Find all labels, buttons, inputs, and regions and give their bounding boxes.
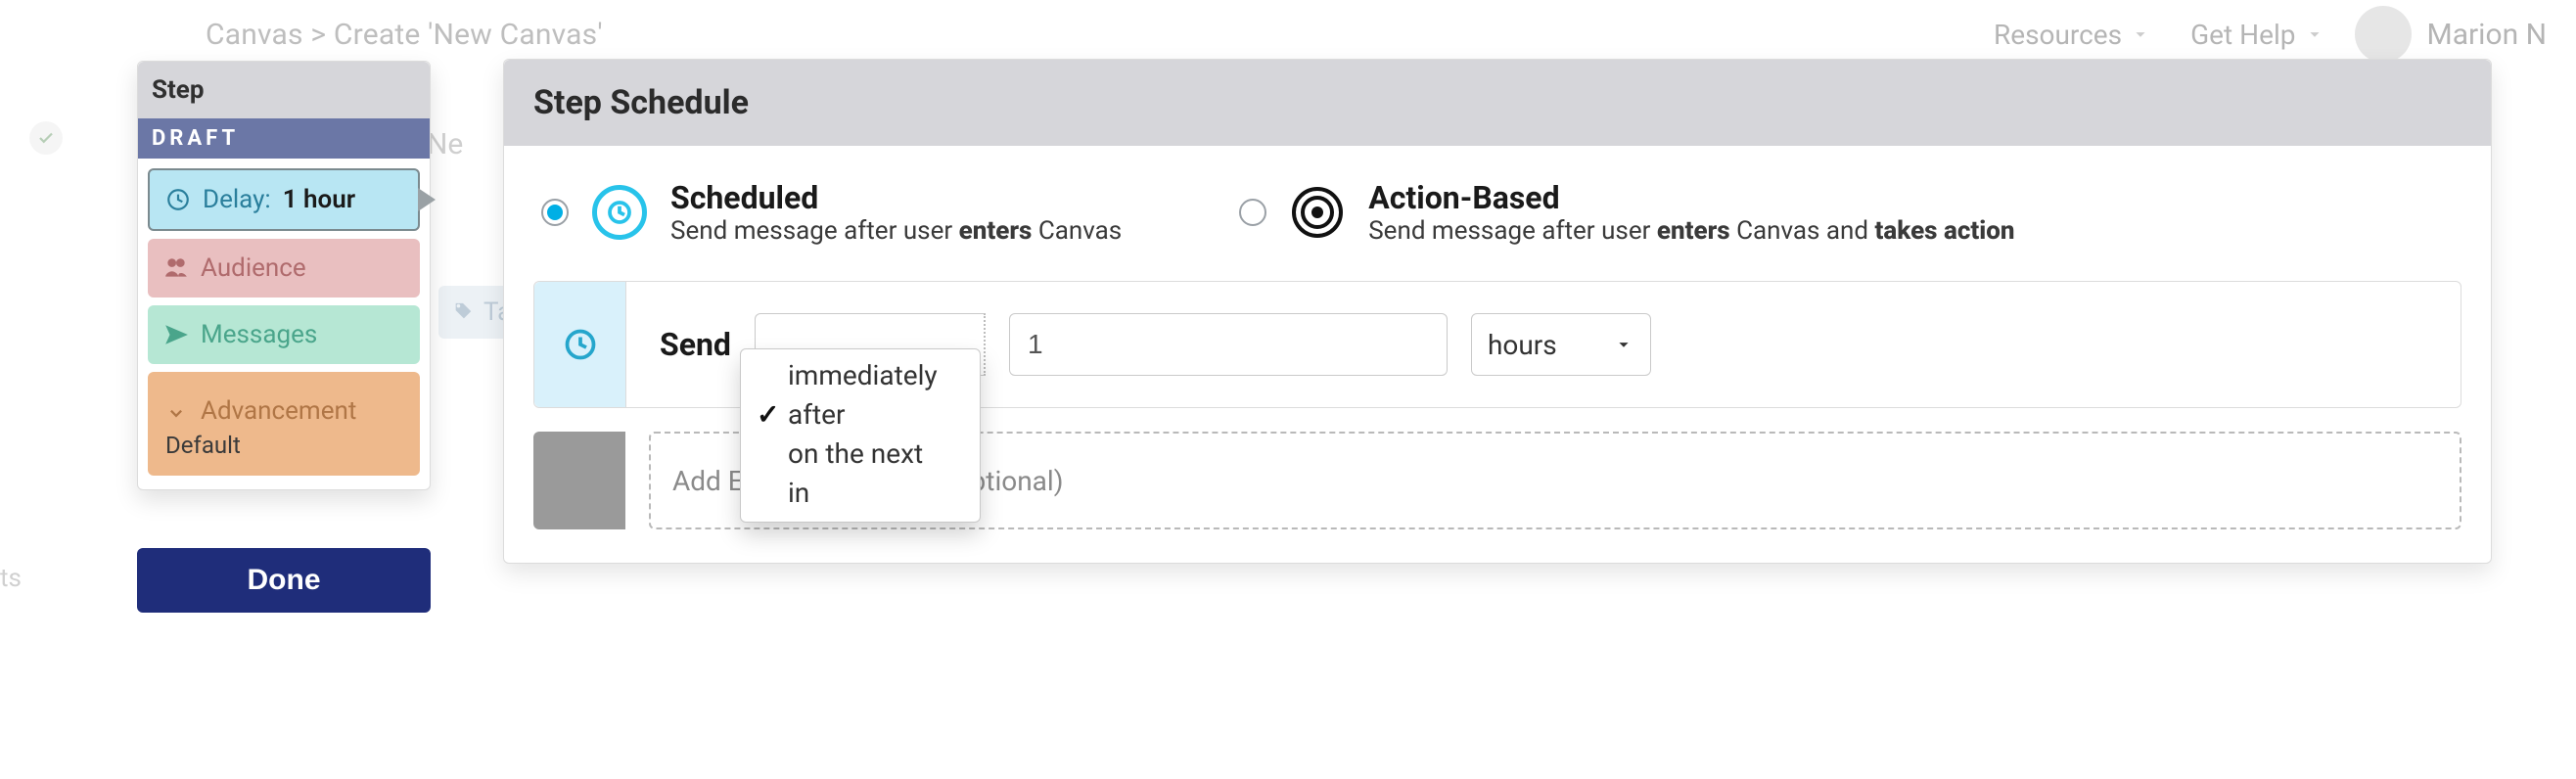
unit-value: hours	[1488, 329, 1557, 361]
panel-title: Step Schedule	[504, 60, 2491, 146]
dropdown-label: immediately	[788, 359, 938, 391]
sidebar-item-messages[interactable]: Messages	[148, 305, 420, 364]
chevron-down-icon	[2130, 23, 2151, 45]
target-icon	[1290, 185, 1345, 240]
resources-link[interactable]: Resources	[1994, 19, 2151, 51]
resources-label: Resources	[1994, 19, 2122, 51]
ghost-text-ts: ts	[0, 564, 22, 593]
dropdown-label: on the next	[788, 437, 923, 470]
caret-down-icon	[1613, 334, 1634, 355]
option-scheduled[interactable]: Scheduled Send message after user enters…	[541, 179, 1122, 246]
row-leading-icon	[534, 282, 626, 407]
action-based-title: Action-Based	[1368, 179, 2014, 216]
delay-unit-select[interactable]: hours	[1471, 313, 1651, 376]
breadcrumb: Canvas > Create 'New Canvas'	[206, 18, 603, 52]
delay-label: Delay:	[203, 185, 271, 214]
delay-value: 1 hour	[283, 185, 355, 214]
get-help-label: Get Help	[2190, 19, 2295, 51]
radio-scheduled[interactable]	[541, 199, 569, 226]
exception-leading	[533, 432, 625, 529]
messages-label: Messages	[201, 320, 317, 349]
avatar[interactable]	[2355, 6, 2412, 63]
get-help-link[interactable]: Get Help	[2190, 19, 2324, 51]
advancement-sub: Default	[165, 432, 241, 459]
sidebar-status: DRAFT	[138, 118, 430, 159]
dropdown-item-in[interactable]: in	[751, 473, 970, 512]
dropdown-label: after	[788, 398, 845, 431]
arrow-down-icon	[163, 398, 189, 424]
sidebar-item-audience[interactable]: Audience	[148, 239, 420, 298]
sidebar-item-delay[interactable]: Delay: 1 hour	[148, 168, 420, 231]
user-display-name: Marion N	[2427, 18, 2548, 52]
chevron-down-icon	[2304, 23, 2325, 45]
audience-label: Audience	[201, 253, 306, 283]
send-label: Send	[660, 326, 731, 363]
advancement-label: Advancement	[201, 396, 356, 426]
paper-plane-icon	[163, 322, 189, 347]
users-icon	[163, 255, 189, 281]
dropdown-label: in	[788, 477, 809, 509]
dropdown-item-on-the-next[interactable]: on the next	[751, 434, 970, 473]
tag-icon	[452, 301, 474, 323]
done-button[interactable]: Done	[137, 548, 431, 613]
selected-notch	[418, 188, 436, 211]
clock-icon	[592, 185, 647, 240]
dropdown-item-immediately[interactable]: immediately	[751, 355, 970, 394]
clock-icon	[165, 187, 191, 212]
option-action-based[interactable]: Action-Based Send message after user ent…	[1239, 179, 2014, 246]
sidebar-title: Step	[138, 62, 430, 118]
dropdown-item-after[interactable]: ✓ after	[751, 394, 970, 434]
ghost-text-ne: Ne	[427, 127, 463, 161]
scheduled-title: Scheduled	[670, 179, 1122, 216]
scheduled-desc: Send message after user enters Canvas	[670, 216, 1122, 246]
step-sidebar: Step DRAFT Delay: 1 hour Audience	[137, 61, 431, 490]
send-when-dropdown: immediately ✓ after on the next in	[740, 348, 981, 523]
action-based-desc: Send message after user enters Canvas an…	[1368, 216, 2014, 246]
ghost-check-icon	[29, 121, 63, 155]
radio-dot	[547, 205, 563, 220]
radio-action-based[interactable]	[1239, 199, 1266, 226]
delay-number-input[interactable]	[1009, 313, 1448, 376]
check-icon: ✓	[757, 398, 778, 431]
sidebar-item-advancement[interactable]: Advancement Default	[148, 372, 420, 476]
